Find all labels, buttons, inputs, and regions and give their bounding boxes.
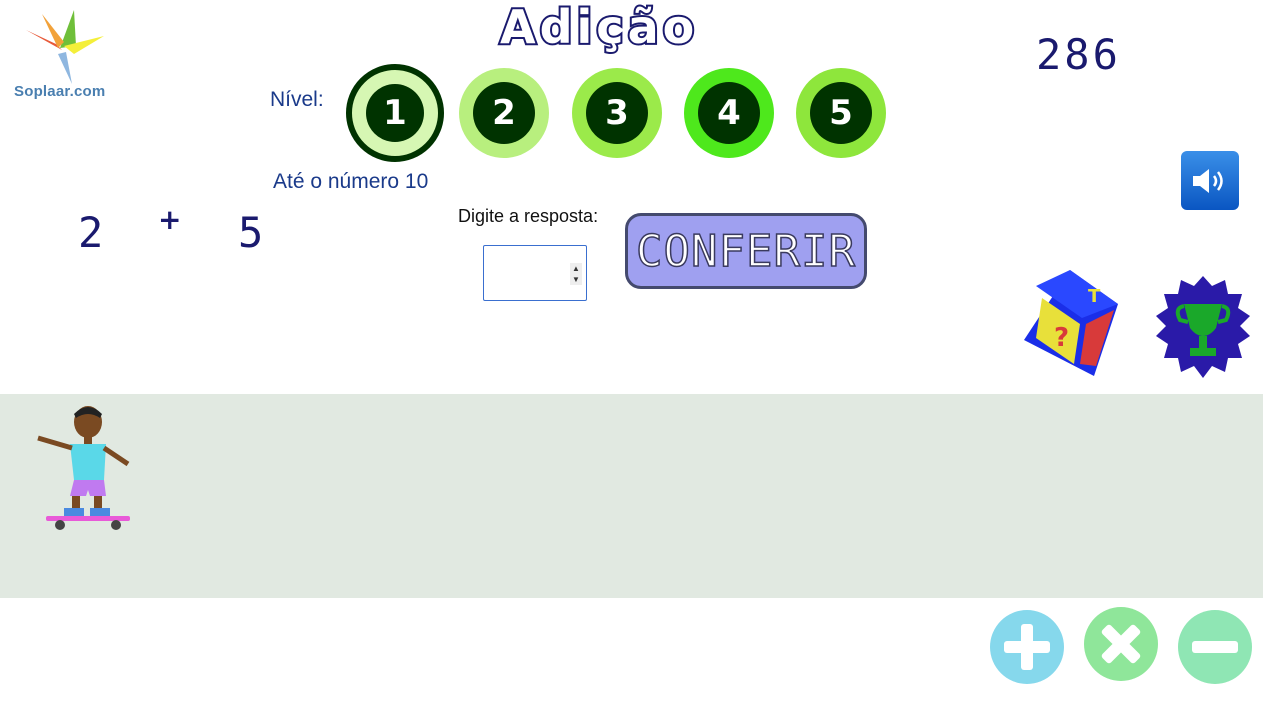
trophy-button[interactable] [1150,274,1256,380]
level-4-label: 4 [698,82,760,144]
number-spinner[interactable]: ▲ ▼ [570,263,582,285]
level-3-label: 3 [586,82,648,144]
level-range-label: Até o número 10 [273,170,429,193]
pinwheel-icon [26,10,104,84]
score-counter: 286 [1036,30,1121,79]
level-label: Nível: [270,88,324,111]
level-1-button[interactable]: 1 [346,64,444,162]
logo-text: Soplaar.com [14,83,106,100]
answer-field[interactable]: ▲ ▼ [483,245,587,301]
speaker-icon [1193,168,1223,193]
subtraction-mode-button[interactable] [1178,610,1252,684]
addition-mode-button[interactable] [990,610,1064,684]
svg-text:T: T [1088,286,1101,307]
skateboarder-icon [37,406,130,530]
level-2-button[interactable]: 2 [459,68,549,158]
operator-symbol: + [158,203,182,236]
check-answer-button[interactable]: CONFERIR [625,213,867,289]
progress-track [0,394,1263,598]
minus-icon [1192,641,1238,653]
plus-icon [1004,624,1050,670]
svg-text:?: ? [1054,323,1069,353]
level-5-label: 5 [810,82,872,144]
answer-input[interactable] [486,248,560,300]
level-1-label: 1 [366,84,424,142]
answer-label: Digite a resposta: [458,206,599,226]
random-dice-button[interactable]: ? T [1022,268,1122,378]
level-5-button[interactable]: 5 [796,68,886,158]
sound-button[interactable] [1181,151,1239,210]
trophy-icon [1156,276,1250,378]
level-3-button[interactable]: 3 [572,68,662,158]
times-icon [1101,624,1141,664]
level-2-label: 2 [473,82,535,144]
multiplication-mode-button[interactable] [1084,607,1158,681]
level-4-button[interactable]: 4 [684,68,774,158]
operand-a: 2 [78,208,104,257]
skater-avatar [30,400,134,532]
dice-icon: ? T [1024,270,1118,376]
operand-b: 5 [238,208,264,257]
page-title: Adição [498,0,699,56]
